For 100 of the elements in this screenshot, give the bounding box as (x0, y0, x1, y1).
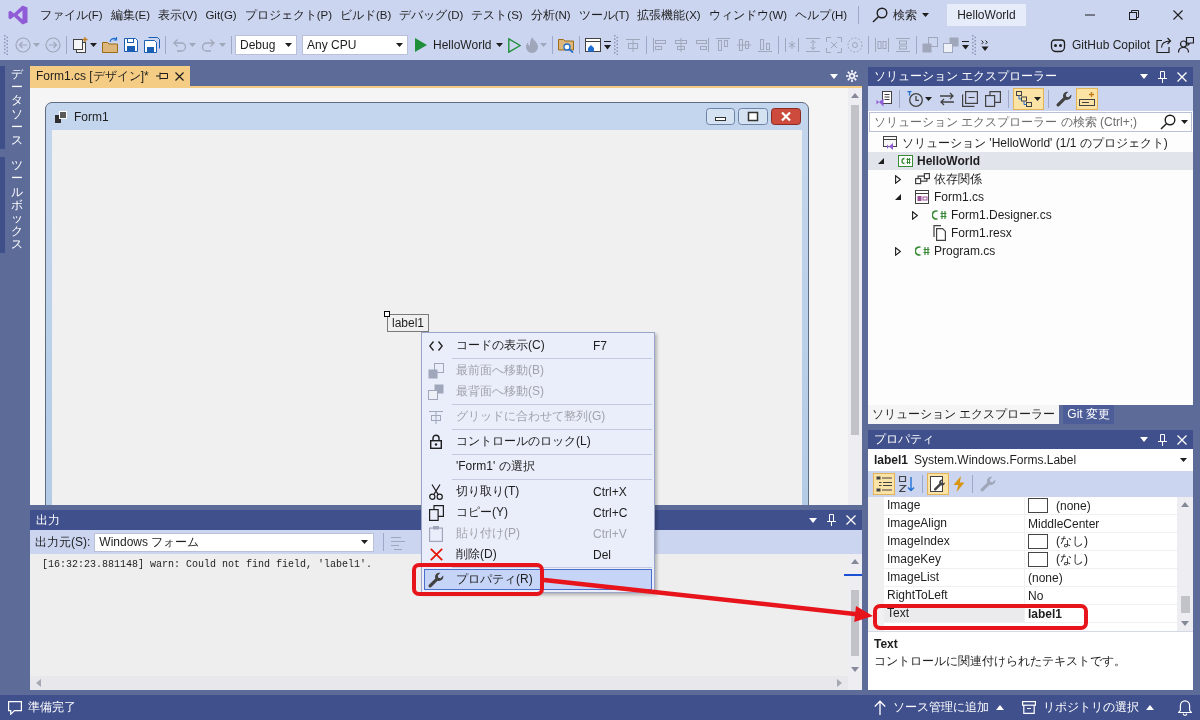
save-all-button[interactable] (142, 34, 162, 56)
menu-item[interactable]: 表示(V) (154, 5, 202, 25)
align-center-icon (673, 37, 690, 53)
search-button[interactable]: 検索 (866, 4, 936, 26)
property-name[interactable]: RightToLeft (884, 587, 1025, 604)
folder-icon (102, 37, 118, 53)
close-icon (1177, 71, 1187, 82)
caret-position-marker (844, 574, 862, 576)
menu-item[interactable]: ヘルプ(H) (791, 5, 852, 25)
menu-item[interactable]: コピー(Y) Ctrl+C (424, 502, 652, 523)
menu-item[interactable]: コードの表示(C) F7 (424, 335, 652, 356)
copilot-button[interactable]: GitHub Copilot (1047, 34, 1152, 56)
search-field[interactable]: ソリューション エクスプローラー の検索 (Ctrl+;) (869, 112, 1192, 132)
preview-button[interactable] (1076, 87, 1098, 110)
open-button[interactable] (100, 34, 120, 56)
shortcut-text: Ctrl+V (593, 526, 628, 541)
property-value[interactable]: MiddleCenter (1025, 515, 1177, 532)
property-name[interactable]: ImageList (884, 569, 1025, 586)
property-name[interactable]: ImageIndex (884, 533, 1025, 550)
pages-icon (985, 90, 1001, 107)
scrollbar-thumb[interactable] (851, 105, 859, 435)
collapse-all-icon (962, 90, 978, 107)
menu-item[interactable]: 削除(D) Del (424, 544, 652, 565)
preview-box-icon (1028, 552, 1048, 567)
restore-icon (1129, 10, 1139, 20)
shortcut-text: Ctrl+C (593, 505, 629, 520)
toolbar-dropdown[interactable]: Debug (235, 35, 297, 55)
horizontal-scrollbar[interactable] (30, 676, 848, 690)
copy-icon (428, 504, 444, 521)
panel-tab[interactable]: ソリューション エクスプローラー (868, 405, 1060, 424)
resource-file-icon (932, 225, 946, 241)
new-item-button[interactable] (70, 34, 99, 56)
vertical-spacing-icon (895, 37, 912, 53)
goggles-icon (1049, 37, 1066, 53)
property-value[interactable]: label1 (1025, 605, 1177, 622)
toolbar-dropdown[interactable]: Any CPU (302, 35, 408, 55)
property-name[interactable]: Image (884, 497, 1025, 514)
select-repository-button[interactable]: リポジトリの選択 (1016, 696, 1160, 719)
menu-item[interactable]: ビルド(B) (336, 5, 396, 25)
menu-item[interactable]: テスト(S) (467, 5, 527, 25)
menu-item[interactable]: ウィンドウ(W) (704, 5, 792, 25)
close-icon (771, 108, 801, 125)
pin-icon (1158, 433, 1167, 446)
close-icon (1173, 10, 1183, 20)
sort-down-icon (899, 476, 915, 492)
property-value[interactable]: (なし) (1025, 551, 1177, 568)
property-value[interactable]: (none) (1025, 497, 1177, 514)
side-tab[interactable]: ツールボックス (0, 157, 23, 254)
search-icon (872, 7, 889, 23)
properties-button[interactable] (927, 473, 949, 495)
property-value[interactable]: (none) (1025, 569, 1177, 586)
menu-item[interactable]: Git(G) (201, 5, 241, 25)
document-tab[interactable]: Form1.cs [デザイン]* (30, 66, 190, 86)
menu-item[interactable]: プロジェクト(P) (240, 5, 337, 25)
feedback-button[interactable] (1176, 34, 1196, 56)
property-value[interactable]: No (1025, 587, 1177, 604)
tree-item[interactable]: Form1.Designer.cs (868, 206, 1193, 224)
form-title: Form1 (74, 109, 109, 124)
tree-item[interactable]: Form1.cs (868, 188, 1193, 206)
property-name[interactable]: ImageAlign (884, 515, 1025, 532)
shortcut-text: F7 (593, 338, 608, 353)
start-button[interactable]: HelloWorld (413, 34, 506, 56)
menu-item[interactable]: コントロールのロック(L) (424, 431, 652, 452)
menu-item[interactable]: 切り取り(T) Ctrl+X (424, 481, 652, 502)
menu-item[interactable]: 分析(N) (526, 5, 575, 25)
vertical-scrollbar[interactable] (1177, 497, 1193, 631)
property-name[interactable]: ImageKey (884, 551, 1025, 568)
linked-boxes-icon (914, 173, 930, 185)
selection-handle[interactable] (384, 311, 390, 317)
menu-item[interactable]: デバッグ(D) (395, 5, 468, 25)
menu-item[interactable]: 'Form1' の選択 (424, 456, 652, 477)
vertical-scrollbar[interactable] (848, 88, 862, 505)
scrollbar-thumb[interactable] (1180, 596, 1190, 613)
menu-item[interactable]: ファイル(F) (36, 5, 107, 25)
tree-item[interactable]: 依存関係 (868, 170, 1193, 188)
panel-title: 出力 (36, 511, 60, 529)
tree-view-button[interactable] (1013, 87, 1044, 110)
hierarchy-icon (1016, 90, 1032, 107)
wrench-icon (428, 571, 444, 588)
add-to-source-control-button[interactable]: ソース管理に追加 (868, 696, 1010, 719)
menu-item[interactable]: 編集(E) (106, 5, 155, 25)
solution-icon (883, 136, 897, 150)
tree-item[interactable]: HelloWorld (868, 152, 1193, 170)
align-left-icon (652, 37, 669, 53)
tree-item[interactable]: Form1.resx (868, 224, 1193, 242)
output-line: [16:32:23.881148] warn: Could not find field, 'label1'. (42, 558, 374, 572)
panel-title: プロパティ (874, 431, 934, 448)
menu-item[interactable]: 拡張機能(X) (633, 5, 705, 25)
label-control[interactable]: label1 (387, 314, 430, 332)
tree-item[interactable]: ソリューション 'HelloWorld' (1/1 のプロジェクト) (868, 134, 1193, 152)
tree-item[interactable]: Program.cs (868, 242, 1193, 260)
form-file-icon (915, 190, 929, 204)
panel-tab[interactable]: Git 変更 (1063, 405, 1114, 424)
maximize-icon (738, 108, 768, 125)
align-right-icon (694, 37, 711, 53)
side-tab[interactable]: データソース (0, 66, 23, 150)
menu-item[interactable]: ツール(T) (574, 5, 634, 25)
categorized-button[interactable] (873, 473, 895, 495)
source-dropdown[interactable]: Windows フォーム (94, 532, 375, 552)
property-value[interactable]: (なし) (1025, 533, 1177, 550)
